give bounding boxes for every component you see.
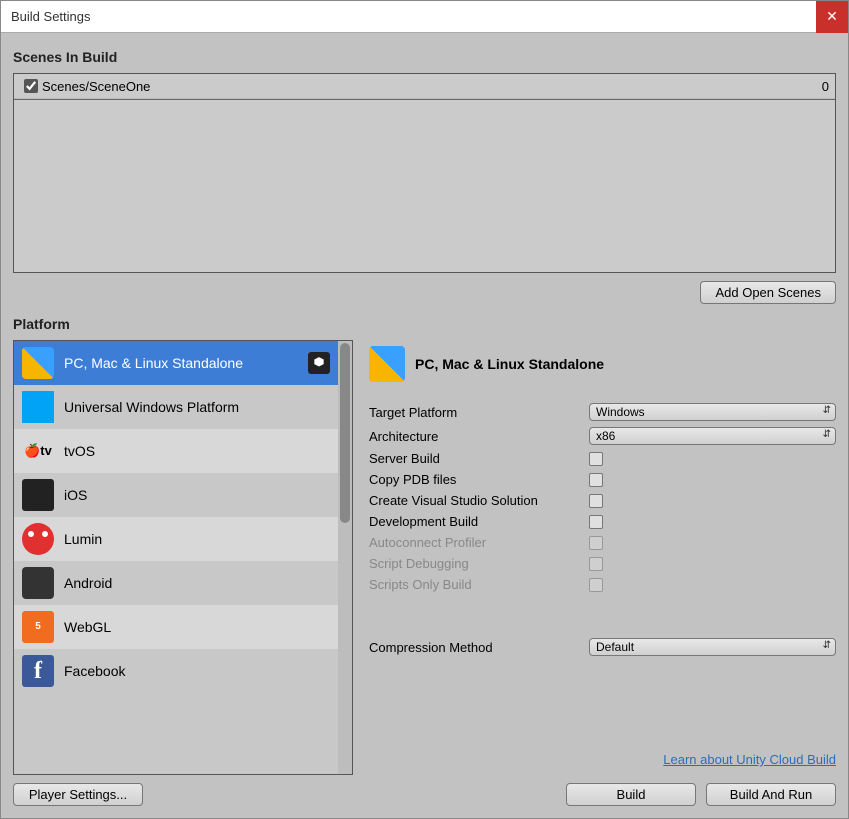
platform-item-ios[interactable]: iOS — [14, 473, 338, 517]
facebook-icon: f — [22, 655, 54, 687]
setting-server-build: Server Build — [369, 448, 836, 469]
autoconnect-checkbox — [589, 536, 603, 550]
platform-item-tvos[interactable]: 🍎tv tvOS — [14, 429, 338, 473]
platform-name: Android — [64, 575, 112, 591]
android-icon — [22, 567, 54, 599]
platform-label: Platform — [13, 316, 836, 332]
platform-item-lumin[interactable]: Lumin — [14, 517, 338, 561]
platform-name: Universal Windows Platform — [64, 399, 239, 415]
script-debug-checkbox — [589, 557, 603, 571]
add-open-scenes-button[interactable]: Add Open Scenes — [700, 281, 836, 304]
setting-dev-build: Development Build — [369, 511, 836, 532]
scenes-list[interactable]: Scenes/SceneOne 0 — [13, 73, 836, 273]
setting-target-platform: Target Platform Windows — [369, 400, 836, 424]
build-button[interactable]: Build — [566, 783, 696, 806]
settings-column: PC, Mac & Linux Standalone Target Platfo… — [369, 340, 836, 775]
platform-item-uwp[interactable]: Universal Windows Platform — [14, 385, 338, 429]
platform-item-webgl[interactable]: 5 WebGL — [14, 605, 338, 649]
scrollbar-thumb[interactable] — [340, 343, 350, 523]
platform-name: tvOS — [64, 443, 95, 459]
webgl-icon: 5 — [22, 611, 54, 643]
scene-checkbox[interactable] — [24, 79, 38, 93]
scene-row[interactable]: Scenes/SceneOne 0 — [14, 74, 835, 100]
platform-item-facebook[interactable]: f Facebook — [14, 649, 338, 693]
scripts-only-checkbox — [589, 578, 603, 592]
copy-pdb-checkbox[interactable] — [589, 473, 603, 487]
setting-architecture: Architecture x86 — [369, 424, 836, 448]
platform-name: Facebook — [64, 663, 125, 679]
cloud-build-link[interactable]: Learn about Unity Cloud Build — [369, 752, 836, 767]
setting-script-debug: Script Debugging — [369, 553, 836, 574]
platform-item-android[interactable]: Android — [14, 561, 338, 605]
compression-select[interactable]: Default — [589, 638, 836, 656]
platform-name: Lumin — [64, 531, 102, 547]
platform-list[interactable]: PC, Mac & Linux Standalone Universal Win… — [13, 340, 353, 775]
platform-column: PC, Mac & Linux Standalone Universal Win… — [13, 340, 353, 775]
server-build-checkbox[interactable] — [589, 452, 603, 466]
window-title: Build Settings — [11, 9, 816, 24]
setting-copy-pdb: Copy PDB files — [369, 469, 836, 490]
architecture-select[interactable]: x86 — [589, 427, 836, 445]
bottom-buttons: Player Settings... Build Build And Run — [13, 783, 836, 806]
titlebar: Build Settings ✕ — [1, 1, 848, 33]
setting-autoconnect: Autoconnect Profiler — [369, 532, 836, 553]
scene-index: 0 — [822, 79, 829, 94]
unity-badge-icon — [308, 352, 330, 374]
tvos-icon: 🍎tv — [22, 435, 54, 467]
close-icon: ✕ — [826, 8, 838, 25]
lumin-icon — [22, 523, 54, 555]
platform-name: iOS — [64, 487, 87, 503]
ios-icon — [22, 479, 54, 511]
player-settings-button[interactable]: Player Settings... — [13, 783, 143, 806]
dev-build-checkbox[interactable] — [589, 515, 603, 529]
settings-header: PC, Mac & Linux Standalone — [369, 340, 836, 400]
vs-solution-checkbox[interactable] — [589, 494, 603, 508]
platform-item-standalone[interactable]: PC, Mac & Linux Standalone — [14, 341, 338, 385]
content: Scenes In Build Scenes/SceneOne 0 Add Op… — [1, 33, 848, 818]
build-and-run-button[interactable]: Build And Run — [706, 783, 836, 806]
build-settings-window: Build Settings ✕ Scenes In Build Scenes/… — [0, 0, 849, 819]
close-button[interactable]: ✕ — [816, 1, 848, 33]
scene-path: Scenes/SceneOne — [42, 79, 822, 94]
setting-vs-solution: Create Visual Studio Solution — [369, 490, 836, 511]
platform-name: WebGL — [64, 619, 111, 635]
setting-compression: Compression Method Default — [369, 635, 836, 659]
platform-scrollbar[interactable] — [338, 341, 352, 774]
platform-name: PC, Mac & Linux Standalone — [64, 355, 243, 371]
lower-area: PC, Mac & Linux Standalone Universal Win… — [13, 340, 836, 775]
pc-icon — [22, 347, 54, 379]
scenes-label: Scenes In Build — [13, 49, 836, 65]
pc-icon — [369, 346, 405, 382]
windows-icon — [22, 391, 54, 423]
target-platform-select[interactable]: Windows — [589, 403, 836, 421]
platform-items: PC, Mac & Linux Standalone Universal Win… — [14, 341, 338, 774]
settings-title: PC, Mac & Linux Standalone — [415, 356, 604, 372]
setting-scripts-only: Scripts Only Build — [369, 574, 836, 595]
